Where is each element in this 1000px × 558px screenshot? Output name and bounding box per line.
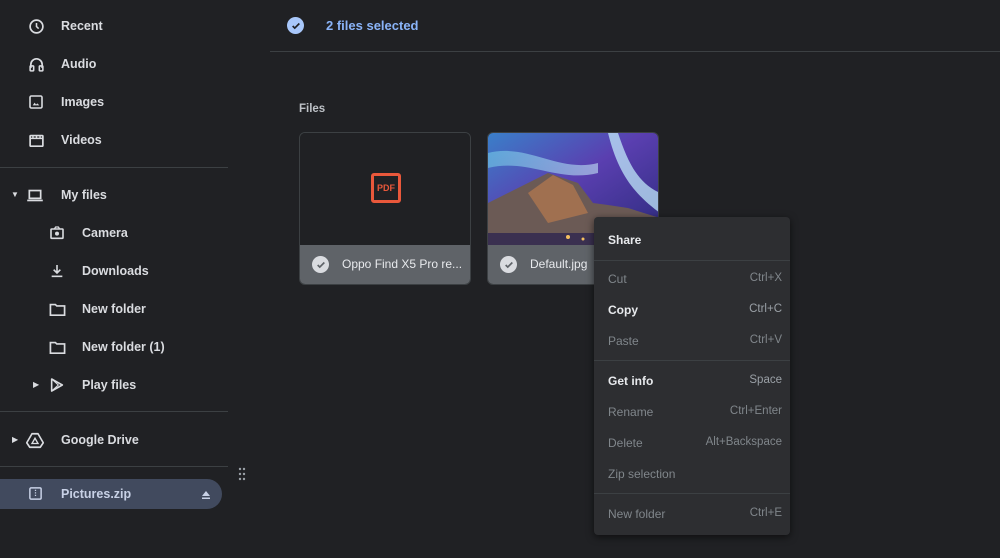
file-name: Oppo Find X5 Pro re... [342, 257, 463, 271]
sidebar-item-new-folder[interactable]: New folder [0, 294, 228, 324]
sidebar-item-label: Videos [61, 133, 102, 147]
expand-arrow-icon[interactable]: ▼ [11, 190, 19, 199]
expand-arrow-icon[interactable]: ▶ [33, 380, 39, 389]
menu-item-label: Cut [608, 272, 627, 286]
sidebar-item-pictures-zip[interactable]: Pictures.zip [0, 479, 222, 509]
menu-item-shortcut: Alt+Backspace [705, 436, 782, 448]
clock-icon [27, 17, 45, 35]
file-name: Default.jpg [530, 257, 588, 271]
resize-handle-icon[interactable] [238, 467, 246, 481]
menu-item-label: Rename [608, 405, 654, 419]
menu-item-label: Delete [608, 436, 643, 450]
menu-item-label: Copy [608, 303, 638, 317]
sidebar-item-google-drive[interactable]: Google Drive [20, 425, 228, 455]
sidebar-item-new-folder-1[interactable]: New folder (1) [0, 332, 228, 362]
archive-icon [28, 486, 44, 502]
menu-separator [594, 260, 790, 261]
menu-item-label: Zip selection [608, 467, 676, 481]
file-tile[interactable]: PDF Oppo Find X5 Pro re... [299, 132, 471, 285]
menu-item-copy[interactable]: Copy Ctrl+C [594, 296, 790, 324]
file-thumbnail: PDF [300, 133, 470, 247]
sidebar-item-audio[interactable]: Audio [0, 49, 228, 79]
sidebar-item-label: My files [61, 188, 107, 202]
sidebar-item-label: Camera [82, 226, 128, 240]
sidebar-divider [0, 411, 228, 412]
context-menu: Share Cut Ctrl+X Copy Ctrl+C Paste Ctrl+… [594, 217, 790, 535]
sidebar-item-downloads[interactable]: Downloads [0, 256, 228, 286]
drive-icon [26, 431, 44, 449]
menu-item-share[interactable]: Share [594, 226, 790, 254]
folder-icon [48, 300, 66, 318]
folder-icon [48, 338, 66, 356]
download-icon [48, 262, 66, 280]
menu-item-paste[interactable]: Paste Ctrl+V [594, 327, 790, 355]
menu-item-cut[interactable]: Cut Ctrl+X [594, 265, 790, 293]
file-caption: Oppo Find X5 Pro re... [300, 245, 470, 284]
menu-separator [594, 360, 790, 361]
sidebar-divider [0, 167, 228, 168]
select-all-check-icon[interactable] [287, 17, 304, 34]
menu-item-label: New folder [608, 507, 666, 521]
menu-item-shortcut: Ctrl+Enter [729, 405, 782, 417]
selected-check-icon[interactable] [500, 256, 517, 273]
image-icon [27, 93, 45, 111]
menu-item-label: Share [608, 233, 642, 247]
sidebar-item-camera[interactable]: Camera [0, 218, 228, 248]
expand-arrow-icon[interactable]: ▶ [12, 435, 18, 444]
pdf-icon: PDF [371, 173, 401, 203]
sidebar-item-images[interactable]: Images [0, 87, 228, 117]
sidebar-item-label: Audio [61, 57, 97, 71]
menu-item-label: Get info [608, 374, 654, 388]
sidebar: Recent Audio Images Videos ▼ My files Ca… [0, 0, 246, 558]
selected-check-icon[interactable] [312, 256, 329, 273]
sidebar-item-label: Downloads [82, 264, 149, 278]
menu-item-label: Paste [608, 334, 639, 348]
section-label: Files [299, 103, 326, 115]
camera-icon [48, 224, 66, 242]
sidebar-item-label: New folder (1) [82, 340, 165, 354]
sidebar-item-videos[interactable]: Videos [0, 125, 228, 155]
eject-icon[interactable] [200, 488, 212, 500]
laptop-icon [26, 186, 44, 204]
menu-item-new-folder[interactable]: New folder Ctrl+E [594, 500, 790, 528]
menu-item-shortcut: Ctrl+V [749, 334, 782, 346]
sidebar-item-my-files[interactable]: My files [20, 180, 228, 210]
sidebar-item-label: Images [61, 95, 105, 109]
selection-count: 2 files selected [326, 18, 419, 33]
menu-item-shortcut: Space [749, 374, 782, 386]
menu-item-rename[interactable]: Rename Ctrl+Enter [594, 398, 790, 426]
menu-item-delete[interactable]: Delete Alt+Backspace [594, 429, 790, 457]
sidebar-item-label: Pictures.zip [61, 487, 132, 501]
menu-item-shortcut: Ctrl+X [749, 272, 782, 284]
sidebar-item-recent[interactable]: Recent [0, 11, 228, 41]
sidebar-item-label: New folder [82, 302, 146, 316]
sidebar-item-label: Google Drive [61, 433, 139, 447]
sidebar-item-play-files[interactable]: Play files [40, 370, 228, 400]
menu-item-shortcut: Ctrl+E [749, 507, 782, 519]
menu-item-shortcut: Ctrl+C [749, 303, 782, 315]
menu-separator [594, 493, 790, 494]
headphones-icon [27, 55, 45, 73]
sidebar-item-label: Play files [82, 378, 137, 392]
menu-item-get-info[interactable]: Get info Space [594, 367, 790, 395]
sidebar-item-label: Recent [61, 19, 103, 33]
selection-bar: 2 files selected [270, 0, 1000, 52]
menu-item-zip-selection[interactable]: Zip selection [594, 460, 790, 488]
sidebar-divider [0, 466, 228, 467]
play-store-icon [48, 376, 66, 394]
video-icon [27, 131, 45, 149]
